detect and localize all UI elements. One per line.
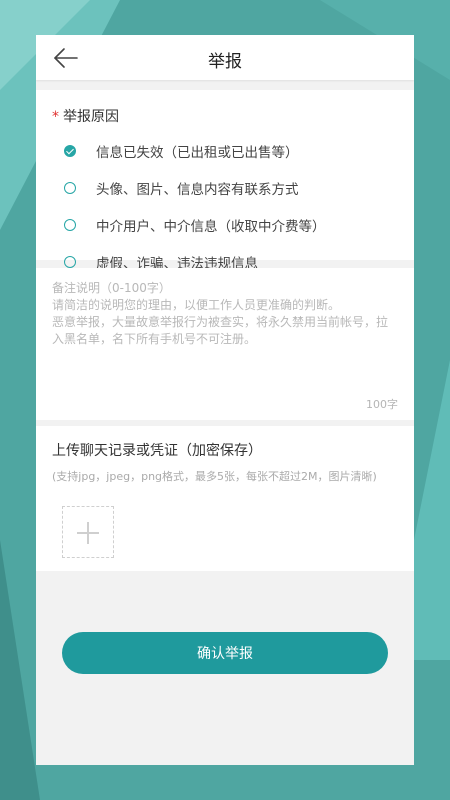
upload-section: 上传聊天记录或凭证（加密保存） (支持jpg，jpeg，png格式，最多5张，每… <box>36 426 414 571</box>
char-counter: 100字 <box>366 398 398 411</box>
phone-screen: 举报 * 举报原因 信息已失效（已出租或已出售等） 头像、图片、信息内容有联系方式中… <box>36 35 414 765</box>
reason-option[interactable]: 中介用户、中介信息（收取中介费等） <box>52 206 398 243</box>
nav-bar: 举报 <box>36 35 414 80</box>
reason-option[interactable]: 头像、图片、信息内容有联系方式 <box>52 169 398 206</box>
reason-option-label: 中介用户、中介信息（收取中介费等） <box>96 218 326 235</box>
reason-option-label: 信息已失效（已出租或已出售等） <box>96 144 299 161</box>
add-image-button[interactable] <box>62 506 114 558</box>
radio-unchecked-icon[interactable] <box>64 255 76 268</box>
reason-options: 信息已失效（已出租或已出售等） 头像、图片、信息内容有联系方式中介用户、中介信息（… <box>52 132 398 280</box>
required-asterisk: * <box>52 109 59 125</box>
confirm-report-button[interactable]: 确认举报 <box>62 632 388 674</box>
page-title: 举报 <box>208 52 242 72</box>
reason-option[interactable]: 信息已失效（已出租或已出售等） <box>52 132 398 169</box>
report-reason-label: * 举报原因 <box>52 106 398 126</box>
background-shape <box>0 540 40 800</box>
reason-option-label: 头像、图片、信息内容有联系方式 <box>96 181 299 198</box>
radio-unchecked-icon[interactable] <box>64 181 76 194</box>
upload-hint: (支持jpg，jpeg，png格式，最多5张，每张不超过2M，图片清晰) <box>52 470 377 483</box>
radio-unchecked-icon[interactable] <box>64 218 76 231</box>
report-reason-label-text: 举报原因 <box>63 109 119 125</box>
remark-textarea[interactable] <box>52 280 398 390</box>
remark-section: 100字 <box>36 268 414 420</box>
upload-title: 上传聊天记录或凭证（加密保存） <box>52 443 262 459</box>
radio-checked-icon[interactable] <box>64 144 76 157</box>
report-reason-section: * 举报原因 信息已失效（已出租或已出售等） 头像、图片、信息内容有联系方式中介用户… <box>36 90 414 272</box>
